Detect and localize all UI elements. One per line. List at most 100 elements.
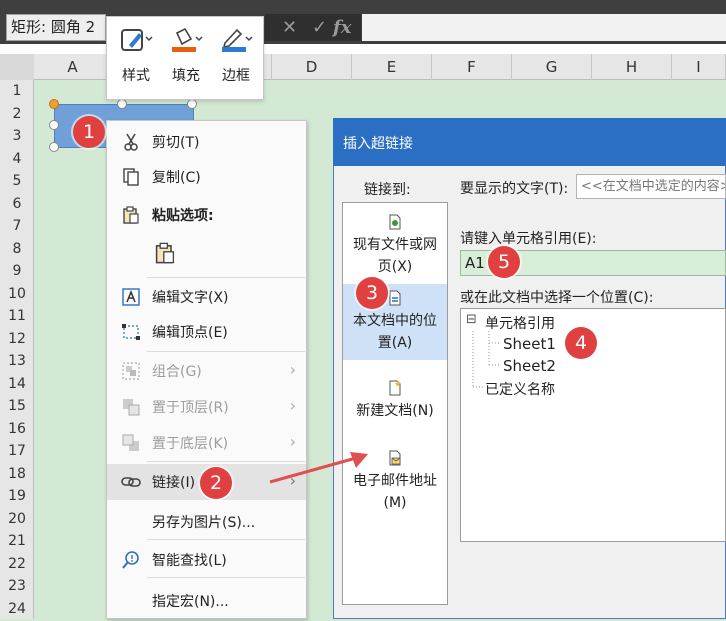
menu-label: 指定宏(N)... (152, 594, 229, 610)
menu-item-edit-text[interactable]: 编辑文字(X) (107, 279, 306, 313)
row-header[interactable]: 1 (0, 80, 34, 103)
row-header[interactable]: 15 (0, 395, 34, 418)
menu-item-group[interactable]: 组合(G) › (107, 353, 306, 387)
menu-item-assign-macro[interactable]: 指定宏(N)... (107, 583, 306, 617)
fill-button[interactable]: 填充 (161, 21, 211, 95)
submenu-arrow-icon: › (289, 360, 296, 379)
column-header[interactable]: A (34, 54, 112, 80)
email-address-icon (389, 450, 401, 466)
menu-item-save-as-picture[interactable]: 另存为图片(S)... (107, 504, 306, 538)
callout-4: 4 (565, 327, 597, 359)
send-back-icon (122, 434, 139, 451)
menu-label: 组合(G) (152, 364, 202, 380)
menu-label: 链接(I) (152, 475, 196, 491)
confirm-icon[interactable]: ✓ (312, 14, 327, 41)
row-header[interactable]: 18 (0, 463, 34, 486)
menu-separator (147, 539, 305, 540)
column-header[interactable]: F (432, 54, 512, 80)
paste-option-icon (155, 242, 175, 264)
menu-item-paste-options: 粘贴选项: (107, 197, 306, 231)
mini-toolbar: 样式 填充 边框 (106, 16, 264, 100)
row-header[interactable]: 3 (0, 125, 34, 148)
select-all-corner[interactable] (0, 54, 34, 80)
link-target-new-document[interactable]: 新建文档(N) (343, 380, 447, 426)
resize-handle-top[interactable] (117, 99, 127, 109)
menu-separator (147, 577, 305, 578)
style-button[interactable]: 样式 (111, 21, 161, 95)
column-header[interactable]: H (592, 54, 672, 80)
column-header[interactable]: E (352, 54, 432, 80)
link-target-label: 新建文档(N) (356, 403, 434, 419)
tree-node-sheet2[interactable]: Sheet2 (503, 357, 556, 375)
row-header[interactable]: 23 (0, 575, 34, 598)
row-header[interactable]: 4 (0, 148, 34, 171)
row-header[interactable]: 17 (0, 440, 34, 463)
name-box[interactable]: 矩形: 圆角 2 (6, 14, 106, 41)
column-header[interactable]: I (672, 54, 726, 80)
menu-separator (147, 351, 305, 352)
row-header[interactable]: 13 (0, 350, 34, 373)
submenu-arrow-icon: › (289, 396, 296, 415)
callout-1: 1 (73, 116, 105, 148)
resize-handle-left[interactable] (49, 120, 59, 130)
menu-item-cut[interactable]: 剪切(T) (107, 124, 306, 158)
resize-handle-bottom-left[interactable] (49, 142, 59, 152)
menu-label: 粘贴选项: (152, 208, 214, 224)
edit-points-icon (122, 324, 140, 340)
link-icon (121, 477, 141, 487)
tree-node-defined-names[interactable]: 已定义名称 (485, 379, 555, 399)
menu-label: 编辑文字(X) (152, 290, 229, 306)
row-header[interactable]: 12 (0, 328, 34, 351)
row-header[interactable]: 5 (0, 170, 34, 193)
menu-item-smart-lookup[interactable]: 智能查找(L) (107, 542, 306, 576)
border-button[interactable]: 边框 (211, 21, 261, 95)
dialog-title: 插入超链接 (343, 136, 413, 152)
menu-item-bring-to-front[interactable]: 置于顶层(R) › (107, 389, 306, 423)
menu-label: 编辑顶点(E) (152, 325, 228, 341)
row-header[interactable]: 2 (0, 103, 34, 126)
new-document-icon (389, 380, 401, 396)
link-target-existing-file[interactable]: 现有文件或网页(X) (343, 214, 447, 280)
row-header[interactable]: 7 (0, 215, 34, 238)
row-header[interactable]: 10 (0, 283, 34, 306)
style-label: 样式 (122, 68, 150, 84)
cancel-icon[interactable]: ✕ (282, 14, 297, 41)
menu-item-copy[interactable]: 复制(C) (107, 159, 306, 193)
row-header[interactable]: 16 (0, 418, 34, 441)
row-header[interactable]: 8 (0, 238, 34, 261)
menu-label: 剪切(T) (152, 135, 200, 151)
row-header[interactable]: 9 (0, 260, 34, 283)
tree-expander-icon[interactable]: ⊟ (466, 312, 477, 327)
row-header[interactable]: 6 (0, 193, 34, 216)
display-text-input[interactable]: <<在文档中选定的内容>> (576, 174, 726, 199)
row-header[interactable]: 11 (0, 305, 34, 328)
tree-node-sheet1[interactable]: Sheet1 (503, 335, 556, 353)
row-header[interactable]: 14 (0, 373, 34, 396)
row-header[interactable]: 19 (0, 485, 34, 508)
edit-text-icon (122, 288, 140, 306)
adjust-handle[interactable] (49, 99, 59, 109)
column-header[interactable]: D (272, 54, 352, 80)
row-header[interactable]: 20 (0, 508, 34, 531)
row-header[interactable]: 24 (0, 598, 34, 621)
dialog-title-bar[interactable]: 插入超链接 (333, 118, 726, 166)
bring-front-icon (123, 399, 140, 416)
row-header[interactable]: 21 (0, 530, 34, 553)
paste-icon (123, 206, 139, 224)
callout-5: 5 (488, 246, 520, 278)
resize-handle-top-right[interactable] (187, 99, 197, 109)
group-icon (122, 362, 140, 380)
row-header[interactable]: 22 (0, 553, 34, 576)
choose-place-label: 或在此文档中选择一个位置(C): (460, 290, 654, 306)
tree-node-cell-reference[interactable]: 单元格引用 (485, 313, 555, 333)
column-header[interactable]: G (512, 54, 592, 80)
context-menu: 剪切(T) 复制(C) 粘贴选项: 编辑文字(X) 编辑顶点(E) 组合(G) … (106, 120, 307, 619)
display-text-label: 要显示的文字(T): (460, 181, 569, 197)
border-pen-icon (222, 28, 253, 52)
formula-input[interactable] (362, 14, 726, 41)
menu-item-edit-points[interactable]: 编辑顶点(E) (107, 314, 306, 348)
paste-option-button[interactable] (141, 234, 181, 268)
fx-icon[interactable]: fx (333, 14, 351, 41)
existing-file-icon (389, 214, 401, 230)
menu-label: 智能查找(L) (152, 553, 227, 569)
